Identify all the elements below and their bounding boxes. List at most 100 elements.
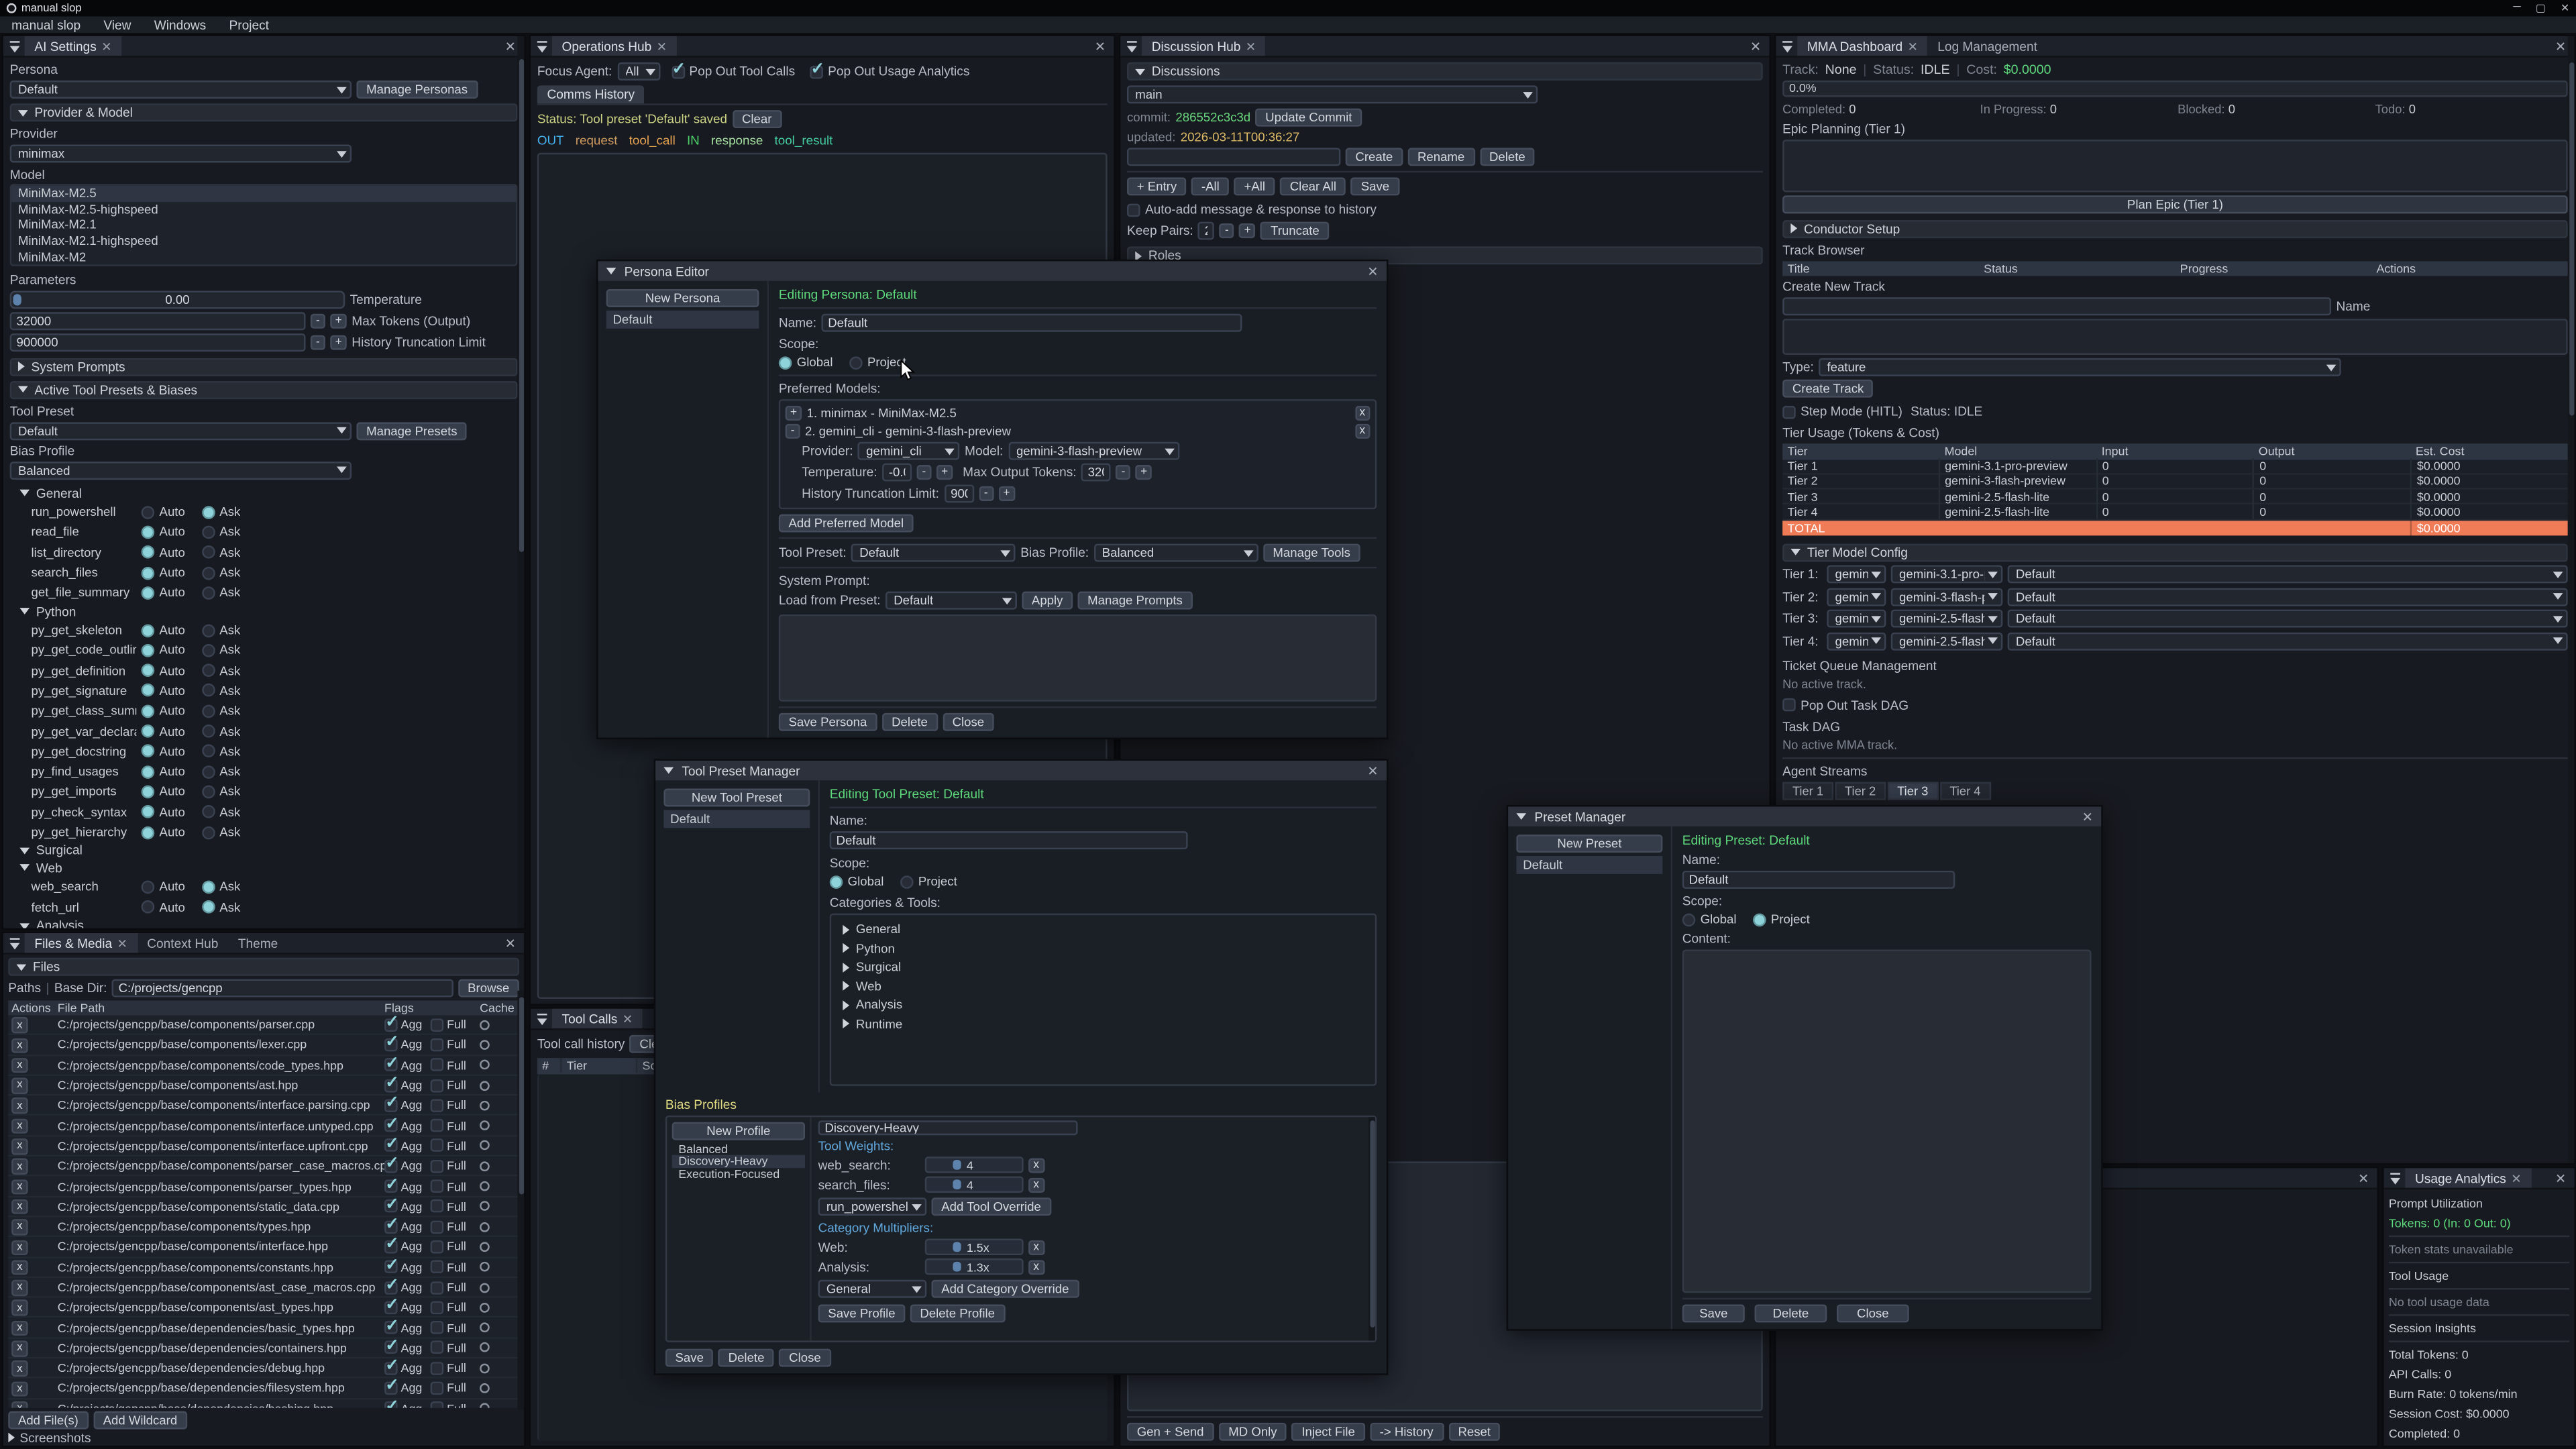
remove-file-button[interactable]: x bbox=[11, 1300, 28, 1316]
step-mode-checkbox[interactable] bbox=[1782, 405, 1796, 419]
agg-checkbox[interactable] bbox=[384, 1382, 398, 1395]
history-increment-button[interactable]: + bbox=[998, 486, 1015, 501]
apply-button[interactable]: Apply bbox=[1022, 592, 1073, 610]
discussion-action-button[interactable]: Inject File bbox=[1292, 1423, 1365, 1441]
tool-preset-list-item[interactable]: Default bbox=[663, 810, 810, 828]
full-checkbox[interactable] bbox=[431, 1059, 444, 1072]
load-from-preset-dropdown[interactable]: Default bbox=[885, 592, 1017, 610]
rename-discussion-button[interactable]: Rename bbox=[1407, 148, 1474, 166]
pop-out-usage-checkbox[interactable] bbox=[810, 65, 823, 78]
remove-weight-button[interactable]: x bbox=[1028, 1157, 1044, 1172]
manage-tools-button[interactable]: Manage Tools bbox=[1263, 544, 1360, 562]
auto-radio[interactable] bbox=[142, 786, 155, 799]
max-tokens-decrement-button[interactable]: - bbox=[311, 314, 325, 329]
max-tokens-input[interactable] bbox=[10, 312, 306, 330]
persona-list-item[interactable]: Default bbox=[606, 311, 759, 329]
full-checkbox[interactable] bbox=[431, 1079, 444, 1092]
agg-checkbox[interactable] bbox=[384, 1119, 398, 1132]
history-decrement-button[interactable]: - bbox=[979, 486, 994, 501]
tier-model-dropdown[interactable]: gemini-2.5-flash-lite bbox=[1891, 633, 2003, 651]
entry-action-button[interactable]: Clear All bbox=[1280, 177, 1346, 195]
dock-menu-icon[interactable] bbox=[8, 936, 21, 951]
tab-close-icon[interactable]: ✕ bbox=[657, 39, 667, 54]
tab-close-icon[interactable]: ✕ bbox=[2511, 1171, 2521, 1185]
full-checkbox[interactable] bbox=[431, 1321, 444, 1334]
tier-provider-dropdown[interactable]: gemini bbox=[1827, 566, 1886, 584]
scrollbar[interactable] bbox=[517, 36, 524, 928]
auto-radio[interactable] bbox=[142, 684, 155, 698]
tier-model-dropdown[interactable]: gemini-2.5-flash-lite bbox=[1891, 610, 2003, 629]
scope-global-radio[interactable] bbox=[779, 356, 792, 369]
preferred-temperature-input[interactable] bbox=[882, 464, 912, 482]
tab-context-hub[interactable]: Context Hub bbox=[138, 933, 229, 953]
tool-group-header[interactable]: Python bbox=[10, 603, 518, 621]
entry-action-button[interactable]: +All bbox=[1234, 177, 1275, 195]
truncate-button[interactable]: Truncate bbox=[1260, 222, 1329, 240]
slider-thumb-icon[interactable] bbox=[953, 1179, 961, 1189]
auto-radio[interactable] bbox=[142, 624, 155, 637]
dialog-close-icon[interactable]: ✕ bbox=[1367, 763, 1378, 778]
remove-model-button[interactable]: x bbox=[1354, 424, 1370, 439]
ask-radio[interactable] bbox=[201, 880, 215, 894]
clear-status-button[interactable]: Clear bbox=[732, 110, 782, 128]
add-category-override-button[interactable]: Add Category Override bbox=[932, 1280, 1079, 1298]
minimize-button[interactable]: ─ bbox=[2513, 1, 2520, 15]
dock-menu-icon[interactable] bbox=[8, 39, 21, 54]
remove-file-button[interactable]: x bbox=[11, 1381, 28, 1397]
tab-tool-calls[interactable]: Tool Calls✕ bbox=[552, 1009, 643, 1028]
agg-checkbox[interactable] bbox=[384, 1018, 398, 1031]
discussion-action-button[interactable]: -> History bbox=[1370, 1423, 1443, 1441]
tool-preset-name-input[interactable] bbox=[830, 831, 1188, 849]
remove-file-button[interactable]: x bbox=[11, 1199, 28, 1215]
agg-checkbox[interactable] bbox=[384, 1301, 398, 1314]
remove-file-button[interactable]: x bbox=[11, 1240, 28, 1255]
auto-radio[interactable] bbox=[142, 826, 155, 839]
weight-slider[interactable]: 4 bbox=[925, 1176, 1024, 1192]
close-dialog-button[interactable]: Close bbox=[1837, 1304, 1909, 1322]
keep-pairs-increment-button[interactable]: + bbox=[1239, 223, 1256, 238]
panel-close-icon[interactable]: ✕ bbox=[1087, 39, 1114, 54]
bias-profile-dropdown[interactable]: Balanced bbox=[10, 462, 352, 480]
system-prompt-textarea[interactable] bbox=[779, 614, 1377, 702]
add-wildcard-button[interactable]: Add Wildcard bbox=[93, 1411, 187, 1430]
scrollbar[interactable] bbox=[2568, 36, 2575, 1163]
max-output-decrement-button[interactable]: - bbox=[1116, 465, 1130, 480]
preferred-provider-dropdown[interactable]: gemini_cli bbox=[858, 442, 960, 460]
model-list-item[interactable]: MiniMax-M2.5-highspeed bbox=[11, 201, 516, 217]
discussions-section-header[interactable]: Discussions bbox=[1127, 62, 1763, 80]
auto-radio[interactable] bbox=[142, 505, 155, 519]
tool-group-header[interactable]: Web bbox=[10, 859, 518, 877]
full-checkbox[interactable] bbox=[431, 1018, 444, 1031]
remove-file-button[interactable]: x bbox=[11, 1179, 28, 1194]
dock-menu-icon[interactable] bbox=[2389, 1171, 2402, 1185]
tab-comms-history[interactable]: Comms History bbox=[537, 85, 645, 103]
menu-app[interactable]: manual slop bbox=[0, 17, 92, 32]
slider-thumb-icon[interactable] bbox=[953, 1262, 961, 1272]
dock-menu-icon[interactable] bbox=[535, 39, 549, 54]
move-up-button[interactable]: + bbox=[786, 406, 802, 421]
remove-file-button[interactable]: x bbox=[11, 1260, 28, 1275]
max-output-increment-button[interactable]: + bbox=[1136, 465, 1152, 480]
agg-checkbox[interactable] bbox=[384, 1179, 398, 1193]
close-dialog-button[interactable]: Close bbox=[779, 1349, 830, 1367]
auto-radio[interactable] bbox=[142, 546, 155, 559]
collapse-icon[interactable] bbox=[606, 268, 616, 274]
slider-thumb-icon[interactable] bbox=[953, 1160, 961, 1170]
remove-file-button[interactable]: x bbox=[11, 1340, 28, 1356]
ask-radio[interactable] bbox=[201, 644, 215, 657]
tier-provider-dropdown[interactable]: gemini bbox=[1827, 633, 1886, 651]
slider-thumb-icon[interactable] bbox=[953, 1242, 961, 1252]
tab-ai-settings[interactable]: AI Settings✕ bbox=[25, 36, 122, 56]
stream-tab[interactable]: Tier 1 bbox=[1782, 782, 1833, 800]
files-section-header[interactable]: Files bbox=[8, 958, 519, 976]
delete-discussion-button[interactable]: Delete bbox=[1479, 148, 1535, 166]
collapse-icon[interactable] bbox=[663, 767, 674, 774]
tool-preset-dropdown[interactable]: Default bbox=[10, 422, 352, 440]
screenshots-header[interactable]: Screenshots bbox=[19, 1433, 91, 1443]
base-dir-input[interactable] bbox=[112, 979, 453, 998]
full-checkbox[interactable] bbox=[431, 1119, 444, 1132]
discussion-action-button[interactable]: MD Only bbox=[1219, 1423, 1287, 1441]
add-tool-override-button[interactable]: Add Tool Override bbox=[932, 1197, 1051, 1216]
history-truncation-input[interactable] bbox=[944, 484, 973, 502]
remove-file-button[interactable]: x bbox=[11, 1098, 28, 1114]
